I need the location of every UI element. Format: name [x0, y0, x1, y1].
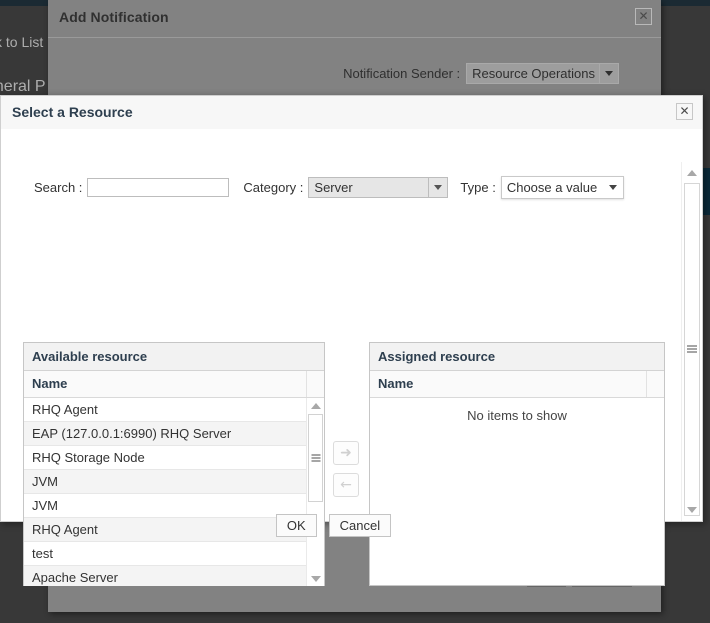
assigned-column-header: Name	[370, 371, 664, 398]
available-scrollbar-thumb[interactable]	[308, 414, 323, 502]
available-column-name: Name	[24, 371, 307, 397]
type-select[interactable]: Choose a value	[500, 176, 625, 199]
grip-icon	[311, 454, 320, 462]
category-label: Category :	[243, 180, 304, 195]
grip-icon	[687, 345, 697, 354]
select-resource-title: Select a Resource	[12, 104, 133, 120]
available-resource-panel: Available resource Name RHQ Agent EAP (12…	[23, 342, 325, 586]
category-value: Server	[314, 180, 353, 195]
search-input[interactable]	[87, 178, 230, 197]
dialog-scrollbar[interactable]	[681, 162, 702, 521]
list-item[interactable]: RHQ Agent	[24, 398, 324, 422]
list-item[interactable]: test	[24, 542, 324, 566]
assigned-column-spacer	[647, 371, 664, 397]
list-item[interactable]: Apache Server	[24, 566, 324, 586]
notification-sender-row: Notification Sender : Resource Operation…	[343, 63, 619, 84]
category-select[interactable]: Server	[308, 177, 449, 198]
select-resource-footer: OK Cancel	[1, 514, 666, 537]
arrow-right-icon: ➜	[340, 445, 352, 461]
filter-row: Search : Category : Server Type : Choose…	[34, 176, 625, 199]
triangle-up-icon[interactable]	[683, 166, 701, 180]
triangle-up-icon[interactable]	[307, 398, 324, 413]
chevron-down-icon	[599, 64, 618, 83]
select-resource-cancel-button[interactable]: Cancel	[328, 514, 392, 537]
list-item[interactable]: JVM	[24, 470, 324, 494]
available-column-spacer	[307, 371, 324, 397]
notification-sender-value: Resource Operations	[472, 66, 595, 81]
arrow-left-icon: ←	[340, 477, 352, 493]
select-resource-titlebar: Select a Resource ✕	[1, 96, 702, 130]
unassign-resource-button[interactable]: ←	[333, 473, 359, 497]
chevron-down-icon	[603, 177, 623, 198]
assign-resource-button[interactable]: ➜	[333, 441, 359, 465]
add-notification-titlebar: Add Notification ✕	[48, 0, 661, 38]
assigned-resource-panel: Assigned resource Name No items to show	[369, 342, 665, 586]
background-general-properties-heading: eneral P	[0, 78, 46, 95]
search-label: Search :	[34, 180, 83, 195]
list-item[interactable]: EAP (127.0.0.1:6990) RHQ Server	[24, 422, 324, 446]
assigned-resource-list[interactable]: No items to show	[370, 398, 664, 586]
select-resource-ok-button[interactable]: OK	[275, 514, 317, 537]
select-resource-dialog: Select a Resource ✕ Search : Category : …	[0, 95, 703, 586]
available-list-scrollbar[interactable]	[306, 398, 324, 586]
dialog-scrollbar-thumb[interactable]	[684, 183, 700, 516]
close-icon[interactable]: ✕	[635, 8, 652, 25]
available-resource-list[interactable]: RHQ Agent EAP (127.0.0.1:6990) RHQ Server…	[24, 398, 324, 586]
triangle-down-icon[interactable]	[307, 571, 324, 586]
assigned-panel-title: Assigned resource	[370, 343, 664, 371]
assigned-empty-message: No items to show	[467, 408, 567, 423]
transfer-buttons: ➜ ←	[333, 441, 359, 497]
triangle-down-icon[interactable]	[683, 503, 701, 517]
available-column-header: Name	[24, 371, 324, 398]
select-resource-body: Search : Category : Server Type : Choose…	[1, 129, 702, 586]
type-value: Choose a value	[506, 180, 598, 195]
available-panel-title: Available resource	[24, 343, 324, 371]
add-notification-title: Add Notification	[59, 9, 169, 25]
type-label: Type :	[460, 180, 496, 195]
list-item[interactable]: RHQ Storage Node	[24, 446, 324, 470]
notification-sender-label: Notification Sender :	[343, 66, 461, 81]
notification-sender-select[interactable]: Resource Operations	[466, 63, 619, 84]
close-icon[interactable]: ✕	[676, 103, 693, 120]
background-back-to-list-link: ck to List	[0, 34, 44, 50]
assigned-column-name: Name	[370, 371, 647, 397]
chevron-down-icon	[428, 178, 447, 197]
